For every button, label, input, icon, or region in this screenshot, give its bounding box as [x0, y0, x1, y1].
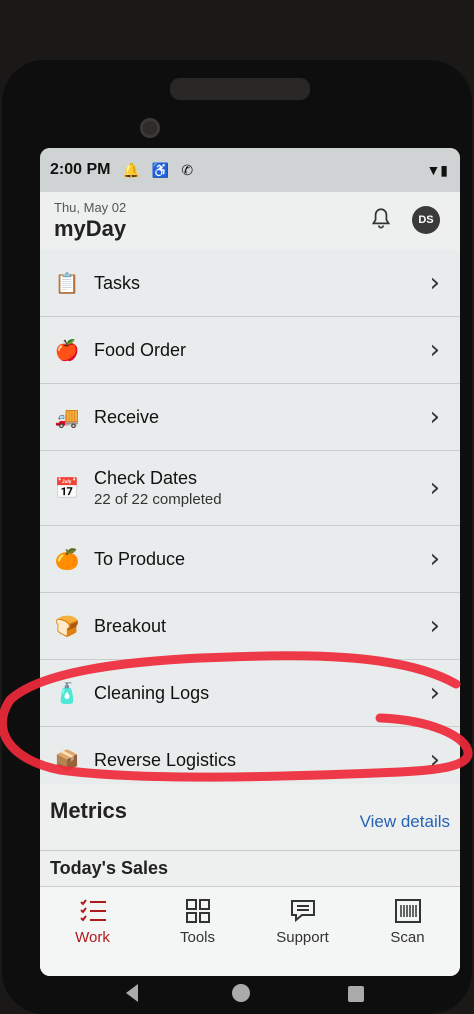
tab-label: Scan	[390, 929, 425, 946]
metrics-title: Metrics	[50, 798, 128, 823]
menu-item-label: Tasks	[94, 272, 141, 293]
front-camera	[140, 118, 160, 138]
tab-label: Support	[276, 929, 329, 946]
bread-icon: 🍞	[54, 615, 80, 638]
menu-item-subtitle: 22 of 22 completed	[94, 491, 222, 508]
menu-item-breakout[interactable]: 🍞 Breakout ›	[40, 593, 460, 660]
menu-item-label: Reverse Logistics	[94, 749, 237, 770]
back-icon[interactable]	[122, 982, 142, 1004]
notification-bell-icon[interactable]	[368, 206, 394, 232]
box-icon: 📦	[54, 749, 80, 772]
menu-item-label: Breakout	[94, 615, 167, 636]
menu-item-tasks[interactable]: 📋 Tasks ›	[40, 250, 460, 317]
menu-item-label: Cleaning Logs	[94, 682, 210, 703]
accessibility-icon: ♿	[151, 161, 170, 178]
food-list-icon: 🍎	[54, 339, 80, 362]
orange-icon: 🍊	[54, 548, 80, 571]
tab-scan[interactable]: Scan	[355, 887, 460, 976]
menu-item-to-produce[interactable]: 🍊 To Produce ›	[40, 526, 460, 593]
chat-bubble-icon	[290, 900, 315, 923]
chevron-right-icon: ›	[429, 402, 440, 432]
clipboard-icon: 📋	[54, 272, 80, 295]
chevron-right-icon: ›	[429, 745, 440, 775]
tab-work[interactable]: Work	[40, 887, 145, 976]
phone-icon: ✆	[181, 161, 194, 178]
bottom-tab-bar: Work Tools Support Scan	[40, 886, 460, 976]
menu-list: 📋 Tasks › 🍎 Food Order › 🚚 Receive › 📅 C…	[40, 250, 460, 794]
menu-item-receive[interactable]: 🚚 Receive ›	[40, 384, 460, 451]
work-list-icon	[79, 899, 106, 922]
tab-tools[interactable]: Tools	[145, 887, 250, 976]
tab-label: Work	[75, 929, 110, 946]
phone-screen: 2:00 PM 🔔 ♿ ✆ ▼▮ Thu, May 02 myDay DS 📋 …	[40, 148, 460, 976]
divider	[40, 850, 460, 851]
tab-support[interactable]: Support	[250, 887, 355, 976]
chevron-right-icon: ›	[429, 611, 440, 641]
status-bar: 2:00 PM 🔔 ♿ ✆ ▼▮	[40, 148, 460, 192]
view-details-link[interactable]: View details	[360, 812, 450, 832]
avatar[interactable]: DS	[412, 206, 440, 234]
truck-icon: 🚚	[54, 406, 80, 429]
header-date: Thu, May 02	[54, 200, 127, 215]
home-icon[interactable]	[232, 984, 250, 1002]
page-title: myDay	[54, 216, 127, 241]
recent-apps-icon[interactable]	[348, 986, 364, 1002]
todays-sales-label: Today's Sales	[50, 858, 169, 878]
chevron-right-icon: ›	[429, 268, 440, 298]
spray-bottle-icon: 🧴	[54, 682, 80, 705]
barcode-scan-icon	[394, 899, 421, 923]
menu-item-label: To Produce	[94, 548, 186, 569]
chevron-right-icon: ›	[429, 678, 440, 708]
tools-grid-icon	[185, 899, 210, 923]
menu-item-label: Check Dates	[94, 468, 198, 488]
chevron-right-icon: ›	[429, 544, 440, 574]
app-header: Thu, May 02 myDay DS	[40, 192, 460, 250]
menu-item-cleaning-logs[interactable]: 🧴 Cleaning Logs ›	[40, 660, 460, 727]
tab-label: Tools	[179, 929, 216, 946]
chevron-right-icon: ›	[429, 335, 440, 365]
speaker-grille	[170, 78, 310, 100]
bell-icon: 🔔	[122, 161, 140, 178]
menu-item-label: Receive	[94, 406, 160, 427]
menu-item-label: Food Order	[94, 339, 187, 360]
chevron-right-icon: ›	[429, 473, 440, 503]
metrics-section: Metrics View details Today's Sales	[40, 784, 460, 894]
status-time: 2:00 PM	[50, 161, 111, 178]
android-nav-bar	[0, 976, 474, 1014]
calendar-icon: 📅	[54, 477, 80, 500]
menu-item-check-dates[interactable]: 📅 Check Dates 22 of 22 completed ›	[40, 451, 460, 526]
menu-item-food-order[interactable]: 🍎 Food Order ›	[40, 317, 460, 384]
wifi-battery-icon: ▼▮	[426, 161, 448, 178]
